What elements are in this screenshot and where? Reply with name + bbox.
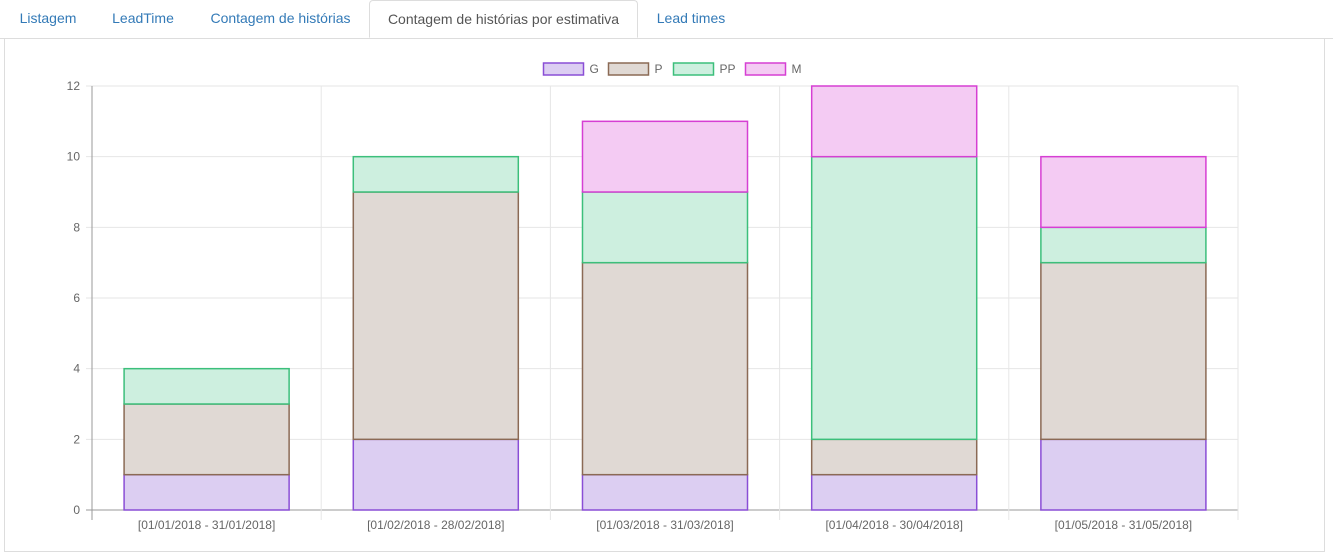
x-tick-label: [01/04/2018 - 30/04/2018] [825, 518, 962, 532]
legend-swatch-m [744, 62, 787, 76]
bar-m [810, 85, 978, 158]
y-tick-label: 0 [73, 503, 80, 517]
y-tick-label: 10 [67, 150, 81, 164]
bar-pp [810, 155, 978, 441]
y-tick-label: 4 [73, 362, 80, 376]
legend: G P PP M [542, 62, 802, 76]
y-tick-label: 12 [67, 79, 81, 93]
bar-m [581, 120, 749, 193]
legend-label-p: P [655, 62, 663, 76]
legend-swatch-g [542, 62, 585, 76]
bar-p [352, 191, 520, 441]
legend-label-pp: PP [720, 62, 736, 76]
stacked-bar-chart: 0 2 4 6 8 10 12 [01/01/2018 - 31/01/2018] [01/02… [67, 62, 1239, 532]
bar-p [123, 403, 290, 476]
y-tick-label: 8 [73, 220, 80, 234]
legend-swatch-pp [672, 62, 715, 76]
bar-pp [352, 155, 520, 193]
legend-swatch-p [607, 62, 650, 76]
legend-label-m: M [792, 62, 802, 76]
bar-p [810, 438, 978, 476]
x-tick-label: [01/05/2018 - 31/05/2018] [1055, 518, 1192, 532]
bar-g [1040, 438, 1207, 511]
x-tick-label: [01/03/2018 - 31/03/2018] [596, 518, 733, 532]
bar-pp [1040, 226, 1207, 264]
legend-label-g: G [590, 62, 599, 76]
bar-g [810, 473, 978, 511]
x-tick-label: [01/02/2018 - 28/02/2018] [367, 518, 504, 532]
bar-pp [123, 367, 290, 405]
bar-g [352, 438, 520, 511]
bar-p [581, 261, 749, 476]
bar-g [123, 473, 290, 511]
bar-g [581, 473, 749, 511]
y-tick-label: 2 [73, 432, 80, 446]
y-tick-label: 6 [73, 291, 80, 305]
x-tick-label: [01/01/2018 - 31/01/2018] [138, 518, 275, 532]
bar-p [1040, 261, 1207, 441]
bar-m [1040, 155, 1207, 229]
tab-contagem-por-estimativa[interactable]: Contagem de histórias por estimativa [369, 0, 638, 38]
bar-pp [581, 191, 749, 264]
